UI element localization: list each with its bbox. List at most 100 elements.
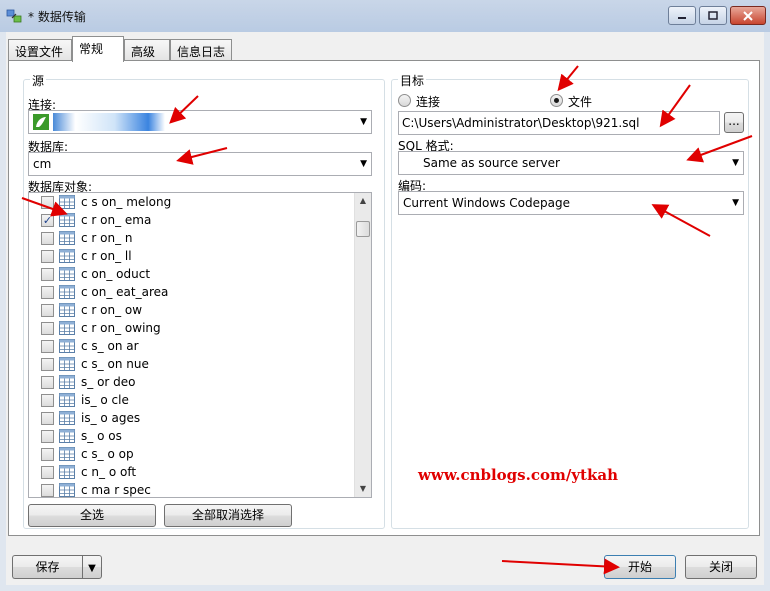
- radio-connection-label[interactable]: 连接: [416, 93, 440, 110]
- list-item[interactable]: c s_ o op: [29, 445, 349, 463]
- object-checkbox[interactable]: [41, 376, 54, 389]
- select-all-button[interactable]: 全选: [28, 504, 156, 527]
- object-checkbox[interactable]: [41, 268, 54, 281]
- sql-format-select[interactable]: Same as source server ▼: [398, 151, 744, 175]
- database-select[interactable]: cm ▼: [28, 152, 372, 176]
- list-item[interactable]: c s_ on nue: [29, 355, 349, 373]
- scroll-down-icon[interactable]: ▼: [355, 481, 371, 497]
- list-item[interactable]: c s on_ melong: [29, 193, 349, 211]
- tab-advanced[interactable]: 高级: [124, 39, 170, 61]
- object-checkbox[interactable]: [41, 484, 54, 497]
- table-icon: [59, 339, 75, 353]
- object-name: c ma r spec: [81, 483, 151, 497]
- browse-button[interactable]: ...: [724, 112, 744, 133]
- list-item[interactable]: c on_ oduct: [29, 265, 349, 283]
- window-title: * 数据传输: [28, 10, 86, 24]
- close-button[interactable]: 关闭: [685, 555, 757, 579]
- scroll-up-icon[interactable]: ▲: [355, 193, 371, 209]
- object-name: c s_ o op: [81, 447, 134, 461]
- object-name: c r on_ ema: [81, 213, 152, 227]
- object-checkbox[interactable]: [41, 394, 54, 407]
- target-group: 目标 连接 文件 C:\Users\Administrator\Desktop\…: [391, 72, 749, 529]
- start-button[interactable]: 开始: [604, 555, 676, 579]
- object-checkbox[interactable]: [41, 448, 54, 461]
- object-name: c on_ eat_area: [81, 285, 169, 299]
- chevron-down-icon: ▼: [732, 158, 739, 168]
- list-item[interactable]: c r on_ n: [29, 229, 349, 247]
- object-name: c on_ oduct: [81, 267, 151, 281]
- list-item[interactable]: is_ o ages: [29, 409, 349, 427]
- list-item[interactable]: c r on_ ow: [29, 301, 349, 319]
- maximize-icon: [708, 10, 718, 20]
- table-icon: [59, 303, 75, 317]
- radio-file-label[interactable]: 文件: [568, 93, 592, 110]
- source-group-title: 源: [30, 72, 47, 89]
- chevron-down-icon: ▼: [732, 198, 739, 208]
- object-name: c r on_ ll: [81, 249, 132, 263]
- object-name: c r on_ owing: [81, 321, 161, 335]
- object-checkbox[interactable]: [41, 232, 54, 245]
- object-checkbox[interactable]: [41, 430, 54, 443]
- list-item[interactable]: c r on_ owing: [29, 319, 349, 337]
- list-item[interactable]: c ma r spec: [29, 481, 349, 497]
- database-value: cm: [33, 157, 52, 171]
- chevron-down-icon: ▼: [360, 159, 367, 169]
- list-item[interactable]: c r on_ ll: [29, 247, 349, 265]
- source-group: 源 连接: ▼ 数据库: cm ▼ 数据库对象: c s on_ melong ✓…: [23, 72, 385, 529]
- list-item[interactable]: s_ o os: [29, 427, 349, 445]
- close-icon: [743, 10, 753, 21]
- object-checkbox[interactable]: [41, 340, 54, 353]
- close-window-button[interactable]: [730, 6, 766, 25]
- radio-file[interactable]: [550, 94, 563, 107]
- database-objects-list[interactable]: c s on_ melong ✓ c r on_ ema c r on_ n c r o…: [28, 192, 372, 498]
- table-icon: [59, 483, 75, 497]
- connection-select[interactable]: ▼: [28, 110, 372, 134]
- object-checkbox[interactable]: ✓: [41, 214, 54, 227]
- save-dropdown-button[interactable]: ▼: [82, 555, 102, 579]
- maximize-button[interactable]: [699, 6, 727, 25]
- object-checkbox[interactable]: [41, 286, 54, 299]
- list-item[interactable]: is_ o cle: [29, 391, 349, 409]
- table-icon: [59, 285, 75, 299]
- save-button[interactable]: 保存: [12, 555, 82, 579]
- object-checkbox[interactable]: [41, 250, 54, 263]
- file-path-input[interactable]: C:\Users\Administrator\Desktop\921.sql: [398, 111, 720, 135]
- split-arrow-icon: ▼: [88, 563, 96, 574]
- object-checkbox[interactable]: [41, 466, 54, 479]
- deselect-all-button[interactable]: 全部取消选择: [164, 504, 292, 527]
- table-icon: [59, 357, 75, 371]
- object-checkbox[interactable]: [41, 196, 54, 209]
- encoding-value: Current Windows Codepage: [403, 196, 570, 210]
- list-item[interactable]: s_ or deo: [29, 373, 349, 391]
- list-item[interactable]: ✓ c r on_ ema: [29, 211, 349, 229]
- object-name: c s_ on ar: [81, 339, 139, 353]
- object-checkbox[interactable]: [41, 412, 54, 425]
- list-item[interactable]: c s_ on ar: [29, 337, 349, 355]
- list-item[interactable]: c n_ o oft: [29, 463, 349, 481]
- object-name: c n_ o oft: [81, 465, 137, 479]
- tab-settings-file[interactable]: 设置文件: [8, 39, 72, 61]
- general-panel: 源 连接: ▼ 数据库: cm ▼ 数据库对象: c s on_ melong ✓…: [8, 60, 760, 536]
- table-icon: [59, 321, 75, 335]
- tab-info-log[interactable]: 信息日志: [170, 39, 232, 61]
- minimize-icon: [678, 16, 686, 19]
- dialog-client: 设置文件 常规 高级 信息日志 源 连接: ▼ 数据库: cm ▼ 数据库对象:…: [6, 32, 764, 585]
- list-item[interactable]: c on_ eat_area: [29, 283, 349, 301]
- chevron-down-icon: ▼: [360, 117, 367, 127]
- table-icon: [59, 465, 75, 479]
- title-bar[interactable]: * 数据传输: [0, 0, 770, 32]
- scroll-thumb[interactable]: [356, 221, 370, 237]
- objects-scrollbar[interactable]: ▲ ▼: [354, 193, 371, 497]
- minimize-button[interactable]: [668, 6, 696, 25]
- object-checkbox[interactable]: [41, 304, 54, 317]
- tab-general[interactable]: 常规: [72, 36, 124, 62]
- table-icon: [59, 393, 75, 407]
- object-checkbox[interactable]: [41, 358, 54, 371]
- table-icon: [59, 249, 75, 263]
- radio-connection[interactable]: [398, 94, 411, 107]
- object-checkbox[interactable]: [41, 322, 54, 335]
- mysql-connection-icon: [33, 114, 49, 130]
- object-name: c s on_ melong: [81, 195, 172, 209]
- encoding-select[interactable]: Current Windows Codepage ▼: [398, 191, 744, 215]
- watermark-text: www.cnblogs.com/ytkah: [418, 466, 618, 484]
